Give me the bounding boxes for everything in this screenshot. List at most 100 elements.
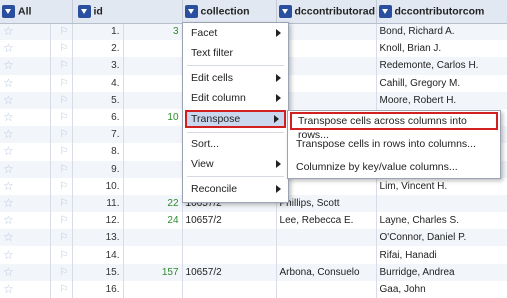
star-icon[interactable]: ☆ (0, 108, 51, 127)
menu-item-edit-cells[interactable]: Edit cells (183, 69, 288, 87)
menu-item-transpose[interactable]: Transpose (185, 110, 286, 128)
star-icon[interactable]: ☆ (0, 177, 51, 195)
star-icon[interactable]: ☆ (0, 194, 51, 213)
menu-item-columnize[interactable]: Columnize by key/value columns... (288, 158, 500, 176)
row-number: 5. (72, 91, 124, 109)
star-icon[interactable]: ☆ (0, 74, 51, 92)
star-icon[interactable]: ☆ (0, 126, 51, 144)
row-number: 14. (72, 246, 124, 264)
dropdown-arrow-icon[interactable] (77, 4, 91, 18)
submenu-arrow-icon (276, 29, 281, 37)
column-header-all[interactable]: All (0, 0, 73, 24)
table-row: ☆ ⚐ 15. 157 10657/2 Arbona, Consuelo Burridge,… (0, 263, 507, 281)
cell-dccontributorad (276, 246, 377, 264)
cell-dccontributorad (276, 91, 377, 109)
star-icon[interactable]: ☆ (0, 23, 51, 41)
column-header-dccontributorcom[interactable]: dccontributorcom (376, 0, 507, 24)
cell-dccontributorad (276, 74, 377, 92)
cell-id (123, 177, 183, 195)
row-number: 4. (72, 74, 124, 92)
star-icon[interactable]: ☆ (0, 246, 51, 264)
star-icon[interactable]: ☆ (0, 263, 51, 281)
row-number: 12. (72, 212, 124, 230)
flag-icon[interactable]: ⚐ (50, 177, 73, 195)
cell-dccontributorad (276, 40, 377, 58)
dropdown-arrow-icon[interactable] (378, 4, 392, 18)
flag-icon[interactable]: ⚐ (50, 74, 73, 92)
dropdown-arrow-icon[interactable] (2, 4, 15, 18)
row-number: 11. (72, 194, 124, 213)
cell-dccontributorad (276, 57, 377, 75)
row-number: 13. (72, 229, 124, 247)
flag-icon[interactable]: ⚐ (50, 212, 73, 230)
dropdown-arrow-icon[interactable] (278, 4, 292, 18)
table-row: ☆ ⚐ 16. Gaa, John (0, 280, 507, 298)
flag-icon[interactable]: ⚐ (50, 246, 73, 264)
flag-icon[interactable]: ⚐ (50, 263, 73, 281)
cell-id (123, 280, 183, 298)
star-icon[interactable]: ☆ (0, 143, 51, 161)
cell-id (123, 91, 183, 109)
cell-id: 3 (123, 23, 183, 41)
cell-id (123, 246, 183, 264)
cell-dccontributorcom: Rifai, Hanadi (376, 246, 507, 264)
cell-id (123, 143, 183, 161)
cell-dccontributorad (276, 177, 377, 195)
column-header-collection[interactable]: collection (182, 0, 277, 24)
star-icon[interactable]: ☆ (0, 280, 51, 298)
flag-icon[interactable]: ⚐ (50, 280, 73, 298)
flag-icon[interactable]: ⚐ (50, 194, 73, 213)
flag-icon[interactable]: ⚐ (50, 143, 73, 161)
cell-collection (182, 229, 277, 247)
table-row: ☆ ⚐ 13. O'Connor, Daniel P. (0, 229, 507, 247)
flag-icon[interactable]: ⚐ (50, 57, 73, 75)
cell-collection (182, 280, 277, 298)
menu-item-facet[interactable]: Facet (183, 24, 288, 42)
submenu-arrow-icon (276, 94, 281, 102)
cell-id: 24 (123, 212, 183, 230)
flag-icon[interactable]: ⚐ (50, 91, 73, 109)
row-number: 15. (72, 263, 124, 281)
row-number: 9. (72, 160, 124, 178)
submenu-arrow-icon (274, 115, 279, 123)
row-number: 1. (72, 23, 124, 41)
menu-item-transpose-in-rows[interactable]: Transpose cells in rows into columns... (288, 135, 500, 153)
flag-icon[interactable]: ⚐ (50, 229, 73, 247)
menu-item-text-filter[interactable]: Text filter (183, 44, 288, 62)
cell-collection: 10657/2 (182, 212, 277, 230)
cell-id: 10 (123, 108, 183, 127)
cell-dccontributorcom: O'Connor, Daniel P. (376, 229, 507, 247)
column-header-id[interactable]: id (72, 0, 183, 24)
row-number: 16. (72, 280, 124, 298)
star-icon[interactable]: ☆ (0, 212, 51, 230)
menu-item-reconcile[interactable]: Reconcile (183, 180, 288, 198)
submenu-arrow-icon (276, 185, 281, 193)
star-icon[interactable]: ☆ (0, 40, 51, 58)
dropdown-arrow-icon[interactable] (184, 4, 198, 18)
header-row: All id collection dccontributorad dccont… (0, 0, 507, 24)
flag-icon[interactable]: ⚐ (50, 108, 73, 127)
cell-dccontributorcom: Layne, Charles S. (376, 212, 507, 230)
cell-dccontributorcom: Bond, Richard A. (376, 23, 507, 41)
row-number: 6. (72, 108, 124, 127)
cell-dccontributorad (276, 23, 377, 41)
menu-item-edit-column[interactable]: Edit column (183, 89, 288, 107)
flag-icon[interactable]: ⚐ (50, 23, 73, 41)
menu-separator (187, 132, 284, 133)
flag-icon[interactable]: ⚐ (50, 126, 73, 144)
flag-icon[interactable]: ⚐ (50, 40, 73, 58)
star-icon[interactable]: ☆ (0, 57, 51, 75)
cell-id (123, 40, 183, 58)
cell-dccontributorcom: Knoll, Brian J. (376, 40, 507, 58)
menu-item-view[interactable]: View (183, 155, 288, 173)
cell-id (123, 126, 183, 144)
column-header-dccontributorad[interactable]: dccontributorad (276, 0, 377, 24)
star-icon[interactable]: ☆ (0, 229, 51, 247)
menu-item-transpose-across-columns[interactable]: Transpose cells across columns into rows… (290, 112, 498, 141)
star-icon[interactable]: ☆ (0, 160, 51, 178)
cell-dccontributorcom: Moore, Robert H. (376, 91, 507, 109)
row-number: 10. (72, 177, 124, 195)
flag-icon[interactable]: ⚐ (50, 160, 73, 178)
menu-item-sort[interactable]: Sort... (183, 135, 288, 153)
star-icon[interactable]: ☆ (0, 91, 51, 109)
